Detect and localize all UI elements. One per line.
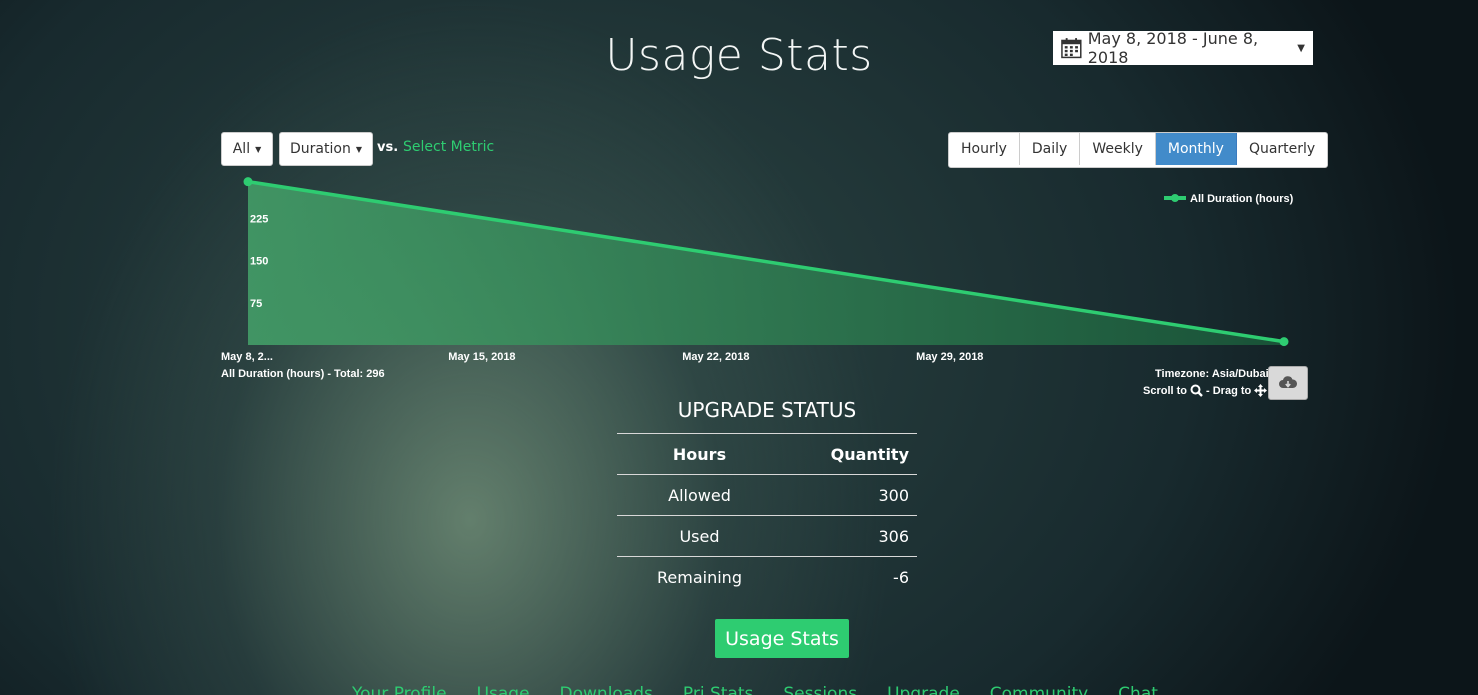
data-point [1279, 337, 1289, 347]
x-tick-label: May 22, 2018 [682, 351, 749, 363]
nav-link-community[interactable]: Community [990, 684, 1088, 695]
y-tick-label: 150 [250, 256, 268, 268]
row-value: 306 [782, 515, 917, 557]
hours-header: Hours [617, 433, 782, 475]
table-row: Used 306 [617, 515, 917, 557]
chart-total: All Duration (hours) - Total: 296 [221, 368, 385, 380]
chart-hint: Scroll to - Drag to [1143, 384, 1268, 397]
nav-link-downloads[interactable]: Downloads [560, 684, 653, 695]
x-tick-label: May 15, 2018 [448, 351, 515, 363]
download-button[interactable] [1268, 366, 1308, 400]
legend-marker [1171, 194, 1179, 202]
cloud-download-icon [1279, 376, 1297, 388]
move-icon [1254, 384, 1268, 397]
nav-link-chat[interactable]: Chat [1118, 684, 1158, 695]
zoom-icon [1190, 384, 1203, 397]
nav-link-upgrade[interactable]: Upgrade [887, 684, 960, 695]
data-point [243, 177, 253, 187]
y-tick-label: 75 [250, 298, 262, 310]
row-value: -6 [782, 556, 917, 597]
quantity-header: Quantity [782, 433, 917, 475]
upgrade-status-title: UPGRADE STATUS [677, 398, 857, 422]
drag-hint-label: - Drag to [1206, 384, 1252, 397]
scroll-hint-label: Scroll to [1143, 384, 1188, 397]
usage-stats-button[interactable]: Usage Stats [715, 619, 849, 658]
nav-link-sessions[interactable]: Sessions [783, 684, 857, 695]
y-tick-label: 225 [250, 213, 268, 225]
x-tick-label: May 29, 2018 [916, 351, 983, 363]
table-header-row: Hours Quantity [617, 433, 917, 475]
row-label: Allowed [617, 474, 782, 516]
row-label: Used [617, 515, 782, 557]
bottom-nav: Your Profile Usage Downloads Pri Stats Sessi… [352, 684, 1158, 695]
legend-label: All Duration (hours) [1190, 193, 1294, 205]
upgrade-status-table: Hours Quantity Allowed 300 Used 306 Rema… [617, 433, 917, 597]
x-tick-label: May 8, 2... [221, 351, 273, 363]
usage-chart: 75 150 225 May 8, 2... May 15, 2018 May 22, 2… [221, 177, 1294, 363]
nav-link-usage[interactable]: Usage [477, 684, 530, 695]
nav-link-your-profile[interactable]: Your Profile [352, 684, 447, 695]
row-value: 300 [782, 474, 917, 516]
table-row: Allowed 300 [617, 474, 917, 516]
table-row: Remaining -6 [617, 556, 917, 597]
nav-link-pri-stats[interactable]: Pri Stats [683, 684, 753, 695]
row-label: Remaining [617, 556, 782, 597]
timezone-label: Timezone: Asia/Dubai [1155, 368, 1269, 380]
